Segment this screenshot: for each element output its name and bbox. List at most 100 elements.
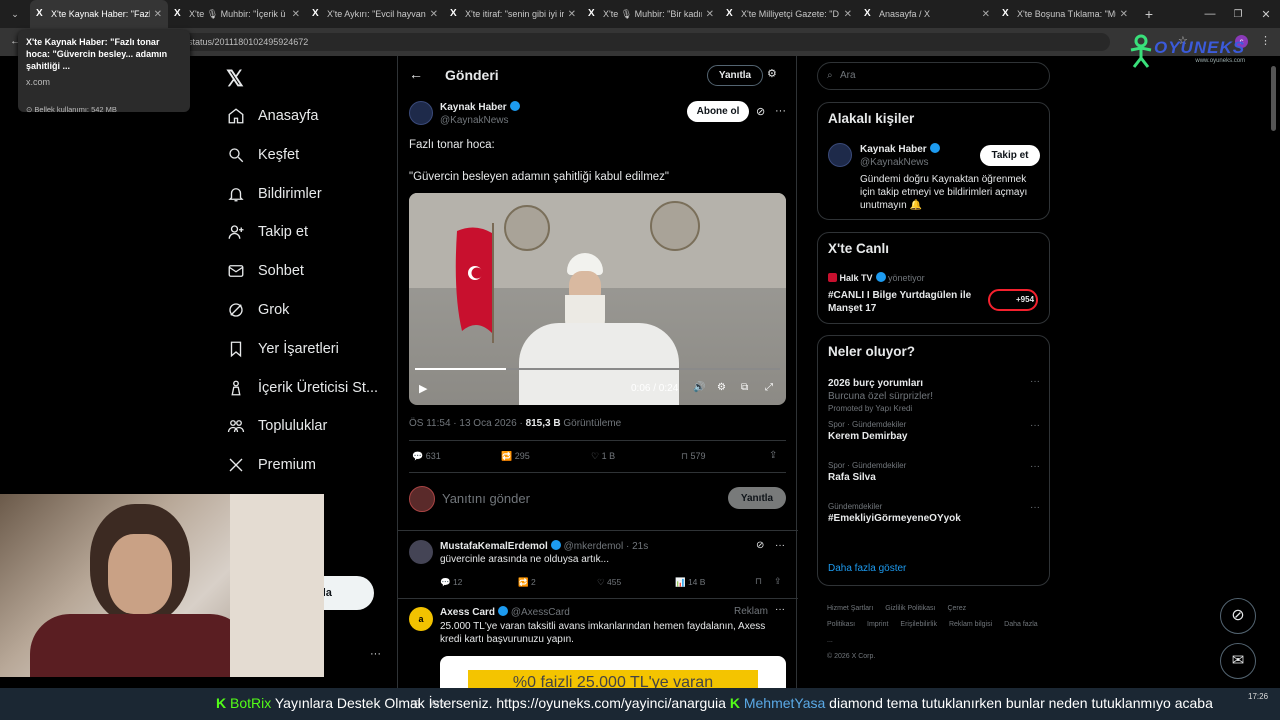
browser-tab[interactable]: X X'te Kaynak Haber: "Fazlı t ✕ [30, 0, 168, 28]
search-icon [226, 145, 246, 165]
pip-icon[interactable]: ⧉ [741, 382, 748, 393]
trend-item[interactable]: Gündemdekiler #EmekliyiGörmeyeneOYyok ··· [828, 502, 1040, 524]
settings-icon[interactable]: ⚙ [717, 382, 726, 393]
sidebar-item-5[interactable]: Sohbet [226, 259, 304, 283]
repost-count[interactable]: 🔁 295 [501, 451, 530, 462]
reply-view-count[interactable]: 📊 14 B [675, 577, 705, 588]
grok-icon[interactable]: ⊘ [756, 105, 765, 118]
repost-icon: 🔁 [501, 451, 515, 461]
close-window-button[interactable]: ✕ [1252, 8, 1280, 21]
reply-like-count[interactable]: ♡ 455 [597, 577, 621, 588]
author-handle[interactable]: @KaynakNews [440, 115, 509, 126]
live-host[interactable]: Halk TV yönetiyor [828, 272, 925, 283]
close-tab-icon[interactable]: ✕ [154, 9, 162, 20]
grok-fab[interactable]: ⊘ [1220, 598, 1256, 634]
trend-item[interactable]: Spor · Gündemdekiler Rafa Silva ··· [828, 461, 1040, 483]
footer-link[interactable]: Erişilebilirlik [900, 621, 937, 628]
more-icon[interactable]: ··· [775, 105, 786, 117]
account-more-icon[interactable]: ··· [370, 648, 381, 660]
trend-more-icon[interactable]: ··· [1030, 420, 1040, 431]
reply-share-icon[interactable]: ⇪ [774, 576, 782, 587]
bookmark-count[interactable]: ⊓ 579 [681, 451, 706, 462]
sidebar-item-7[interactable]: Yer İşaretleri [226, 337, 339, 361]
share-icon[interactable]: ⇪ [769, 450, 777, 461]
browser-tab[interactable]: X X'te Milliyetçi Gazete: "D ✕ [720, 0, 858, 28]
header-reply-button[interactable]: Yanıtla [707, 65, 763, 86]
ad-banner[interactable]: %0 faizli 25.000 TL'ye varan [440, 656, 786, 688]
close-tab-icon[interactable]: ✕ [844, 9, 852, 20]
new-tab-button[interactable]: + [1138, 6, 1160, 22]
trend-more-icon[interactable]: ··· [1030, 461, 1040, 472]
fullscreen-icon[interactable]: ⤢ [765, 382, 773, 393]
trend-more-icon[interactable]: ··· [1030, 502, 1040, 513]
back-arrow-icon[interactable]: ← [409, 66, 423, 82]
sidebar-item-6[interactable]: Grok [226, 298, 289, 322]
messages-fab[interactable]: ✉ [1220, 643, 1256, 679]
browser-tab[interactable]: X X'te itiraf: "senin gibi iyi ir ✕ [444, 0, 582, 28]
reply-author[interactable]: MustafaKemalErdemol @mkerdemol · 21s [440, 540, 648, 552]
browser-menu-icon[interactable]: ⋮ [1260, 34, 1271, 47]
follow-button[interactable]: Takip et [980, 145, 1040, 166]
footer-link[interactable]: Hizmet Şartları [827, 605, 873, 612]
reply-count[interactable]: 💬 631 [412, 451, 441, 462]
browser-tab[interactable]: X X'te 🎙 Muhbir: "İçerik ü ✕ [168, 0, 306, 28]
volume-icon[interactable]: 🔊 [693, 382, 705, 393]
sidebar-item-label: Grok [258, 302, 290, 318]
reply-reply-count[interactable]: 💬 12 [440, 577, 462, 588]
compose-reply-button[interactable]: Yanıtla [728, 487, 786, 509]
trend-item[interactable]: 2026 burç yorumları Burcuna özel sürprizl… [828, 376, 1040, 413]
browser-tab[interactable]: X X'te 🎙 Muhbir: "Bir kadın ✕ [582, 0, 720, 28]
tab-search-button[interactable]: ⌄ [4, 3, 26, 25]
sidebar-item-3[interactable]: Bildirimler [226, 182, 322, 206]
minimize-button[interactable]: — [1196, 8, 1224, 20]
video-player[interactable]: ▶ 0:06 / 0:24 🔊 ⚙ ⧉ ⤢ [409, 193, 786, 405]
play-icon[interactable]: ▶ [419, 382, 427, 395]
search-input[interactable]: ⌕ Ara [817, 62, 1050, 90]
live-listeners[interactable]: +954 [988, 289, 1038, 311]
related-name[interactable]: Kaynak Haber [860, 143, 940, 155]
related-handle[interactable]: @KaynakNews [860, 157, 929, 168]
reply-bookmark-icon[interactable]: ⊓ [755, 576, 762, 587]
sidebar-item-10[interactable]: Premium [226, 453, 316, 477]
close-tab-icon[interactable]: ✕ [706, 9, 714, 20]
sidebar-item-2[interactable]: Keşfet [226, 143, 299, 167]
reply-repost-count[interactable]: 🔁 2 [518, 577, 536, 588]
sliders-icon[interactable]: ⚙ [767, 67, 777, 80]
close-tab-icon[interactable]: ✕ [430, 9, 438, 20]
browser-tab[interactable]: X X'te Aykırı: "Evcil hayvanla ✕ [306, 0, 444, 28]
live-stream-title[interactable]: #CANLI I Bilge Yurtdagülen ile Manşet 17 [828, 289, 978, 315]
reply-grok-icon[interactable]: ⊘ [756, 540, 764, 551]
sidebar-item-4[interactable]: Takip et [226, 220, 308, 244]
reply-avatar[interactable] [409, 540, 433, 564]
reply-input[interactable]: Yanıtını gönder [442, 491, 530, 506]
url-field[interactable]: status/2011180102495924672 [40, 33, 1110, 51]
reply-more-icon[interactable]: ··· [775, 540, 785, 551]
ad-author[interactable]: Axess Card @AxessCard [440, 606, 570, 618]
ad-more-icon[interactable]: ··· [775, 604, 785, 615]
video-progress-track[interactable] [415, 368, 780, 370]
ad-avatar[interactable]: a [409, 607, 433, 631]
x-logo-icon[interactable]: 𝕏 [226, 66, 244, 92]
browser-tab[interactable]: X Anasayfa / X ✕ [858, 0, 996, 28]
scrollbar[interactable] [1271, 66, 1276, 131]
maximize-button[interactable]: ❐ [1224, 9, 1252, 20]
close-tab-icon[interactable]: ✕ [1120, 9, 1128, 20]
close-tab-icon[interactable]: ✕ [568, 9, 576, 20]
author-avatar[interactable] [409, 101, 433, 125]
close-tab-icon[interactable]: ✕ [292, 9, 300, 20]
author-name[interactable]: Kaynak Haber [440, 101, 520, 113]
sidebar-item-8[interactable]: İçerik Üreticisi St... [226, 376, 378, 400]
browser-tab[interactable]: X X'te Boşuna Tıklama: "Mu ✕ [996, 0, 1134, 28]
show-more-link[interactable]: Daha fazla göster [828, 563, 906, 574]
trend-more-icon[interactable]: ··· [1030, 376, 1040, 387]
sidebar-item-1[interactable]: Anasayfa [226, 104, 318, 128]
footer-link[interactable]: Gizlilik Politikası [885, 605, 935, 612]
sidebar-item-9[interactable]: Topluluklar [226, 414, 327, 438]
footer-link[interactable]: Imprint [867, 621, 888, 628]
subscribe-button[interactable]: Abone ol [687, 101, 749, 122]
related-avatar[interactable] [828, 143, 852, 167]
like-count[interactable]: ♡ 1 B [591, 451, 615, 462]
trend-item[interactable]: Spor · Gündemdekiler Kerem Demirbay ··· [828, 420, 1040, 442]
close-tab-icon[interactable]: ✕ [982, 9, 990, 20]
footer-link[interactable]: Reklam bilgisi [949, 621, 992, 628]
